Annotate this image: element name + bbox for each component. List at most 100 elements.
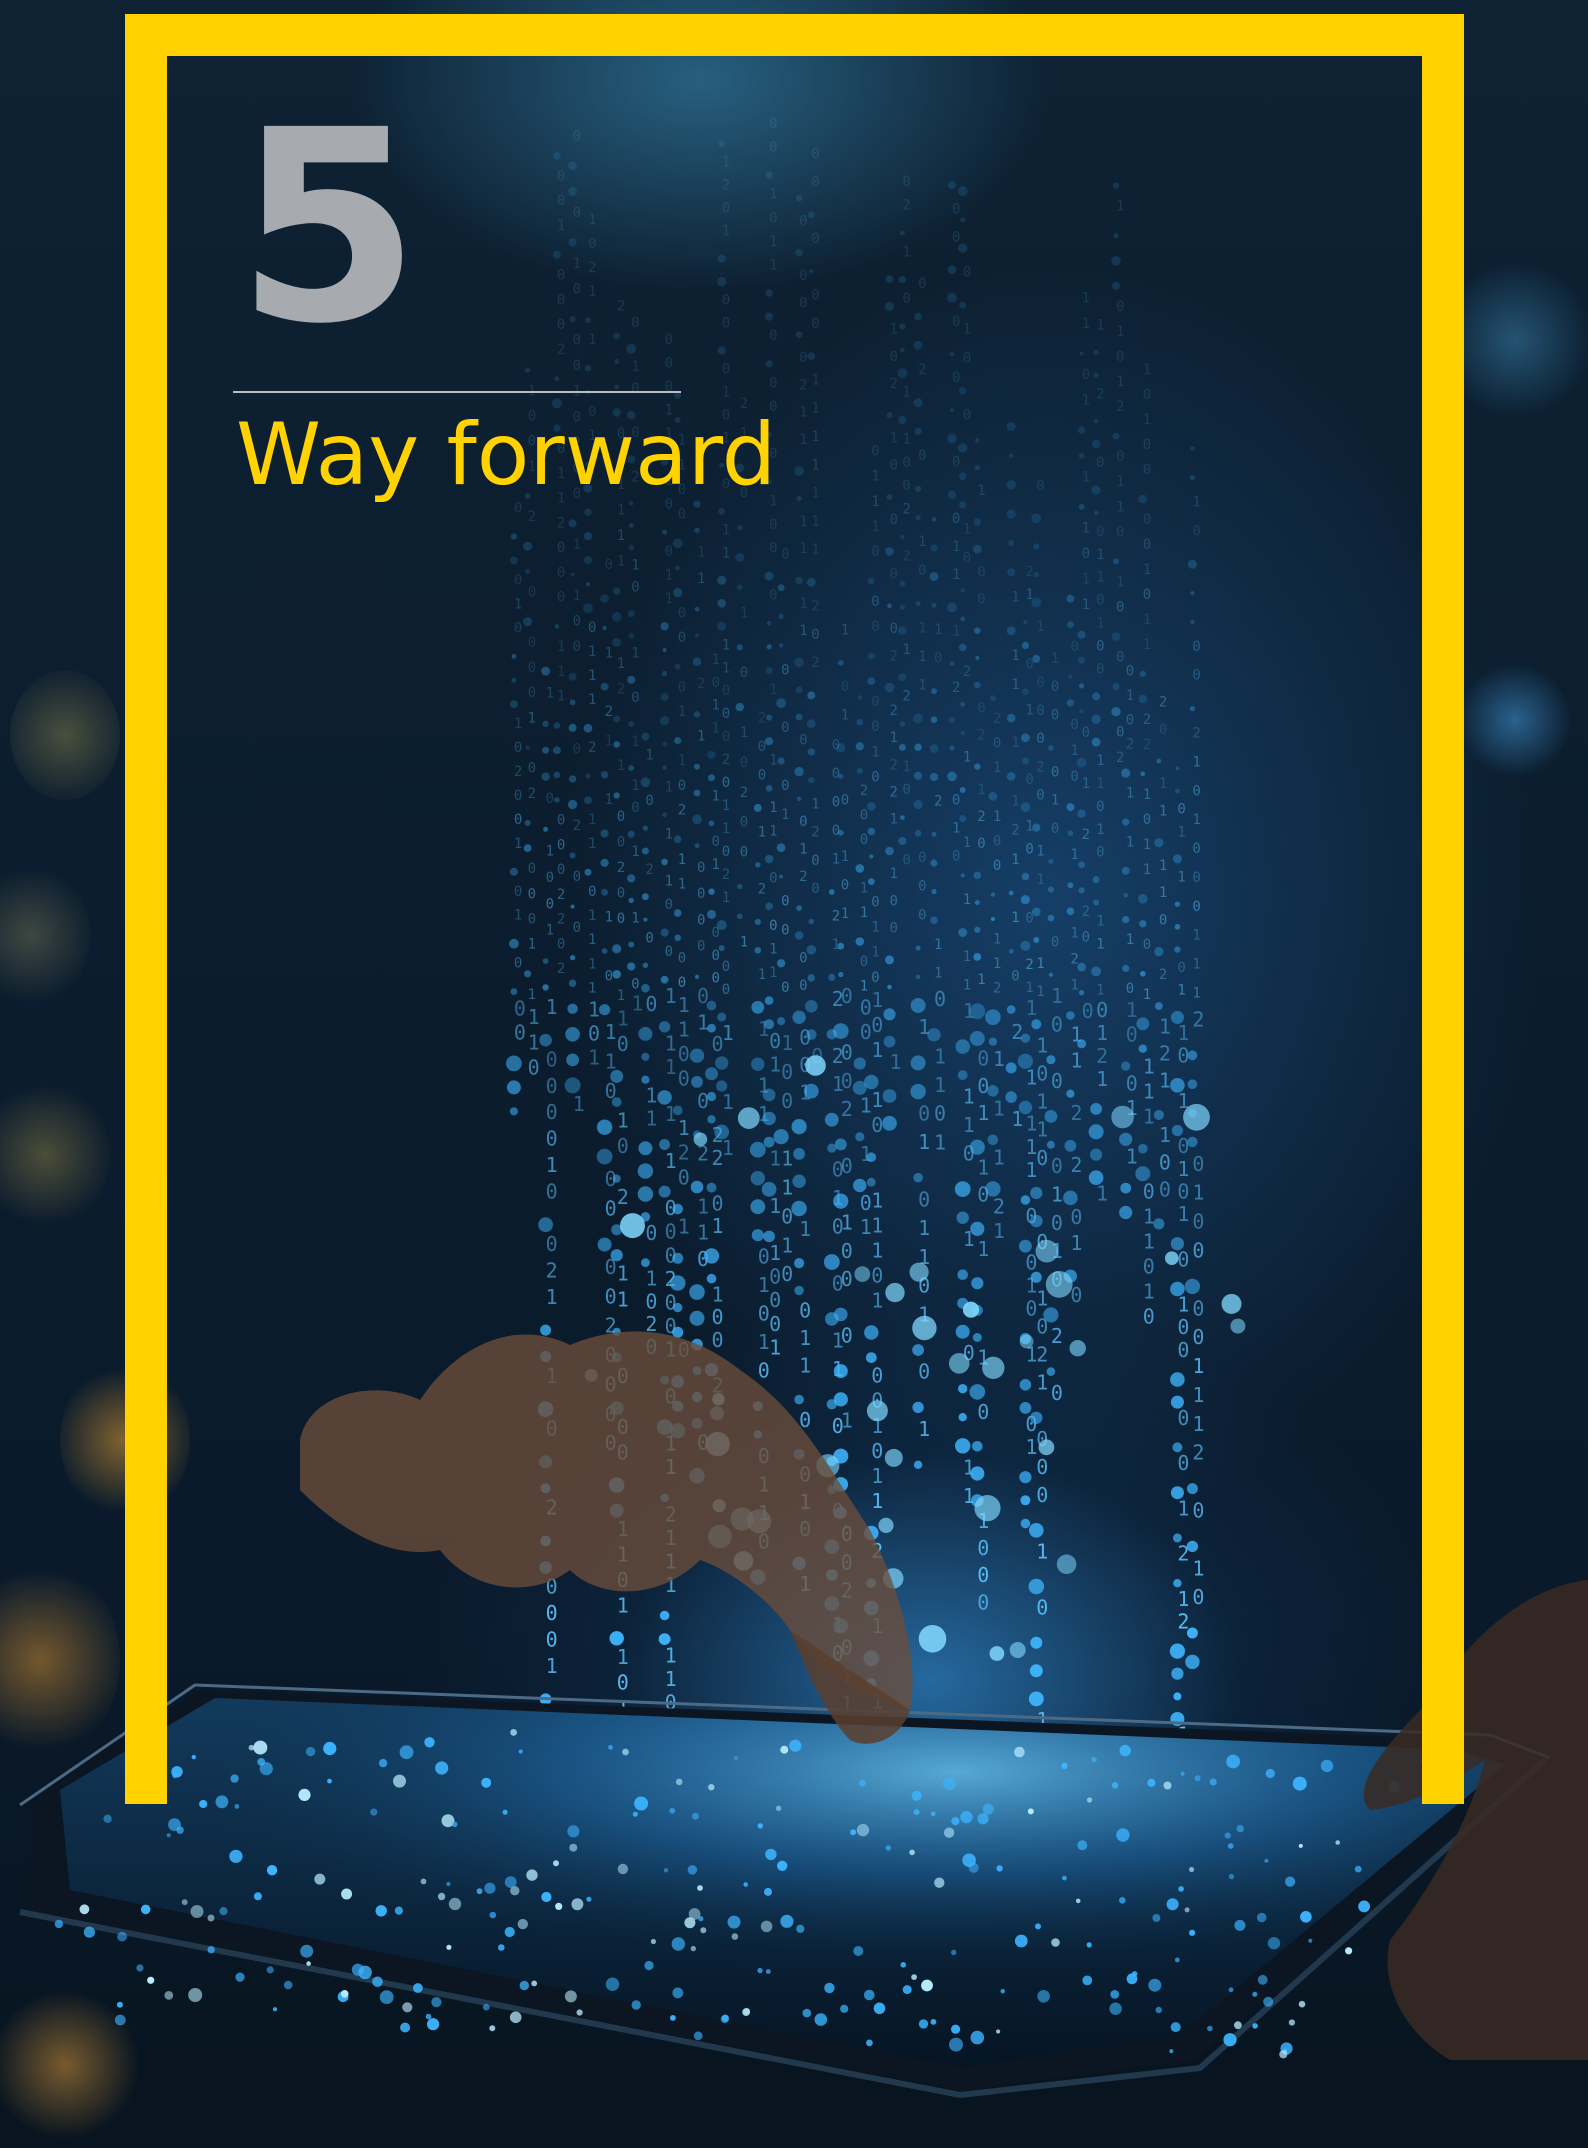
screen-glow-dot (517, 1918, 528, 1930)
screen-glow-dot (824, 1982, 835, 1994)
screen-glow-dot (1166, 1898, 1179, 1911)
screen-glow-dot (375, 1905, 387, 1917)
screen-glow-dot (1345, 1947, 1353, 1955)
screen-glow-dot (541, 1891, 552, 1903)
screen-glow-dot (576, 2009, 583, 2016)
screen-glow-dot (190, 1905, 204, 1918)
screen-glow-dot (671, 1937, 685, 1951)
screen-glow-dot (1335, 1840, 1340, 1845)
screen-glow-dot (168, 1818, 181, 1831)
screen-glow-dot (1170, 2022, 1181, 2033)
screen-glow-dot (900, 1962, 907, 1968)
screen-glow-dot (727, 1915, 741, 1929)
screen-glow-dot (909, 1849, 915, 1856)
screen-glow-dot (802, 2008, 812, 2018)
screen-glow-dot (586, 1896, 592, 1902)
screen-glow-dot (617, 1863, 629, 1875)
screen-glow-dot (1075, 1898, 1081, 1904)
screen-glow-dot (437, 1892, 446, 1901)
screen-glow-dot (489, 1911, 497, 1919)
screen-glow-dot (1000, 1989, 1005, 1994)
screen-glow-dot (669, 1807, 676, 1814)
screen-glow-dot (1116, 1828, 1130, 1842)
screen-glow-dot (780, 1914, 794, 1928)
screen-glow-dot (519, 1980, 529, 1991)
screen-glow-dot (379, 1990, 394, 2004)
screen-glow-dot (949, 2037, 963, 2052)
screen-glow-dot (1256, 1912, 1267, 1923)
screen-glow-dot (1228, 1987, 1234, 1993)
screen-glow-dot (164, 1991, 174, 2000)
screen-glow-dot (605, 1977, 620, 1991)
screen-glow-dot (147, 1976, 155, 1984)
screen-glow-dot (117, 1931, 127, 1942)
screen-glow-dot (431, 1997, 442, 2008)
screen-glow-dot (300, 1944, 314, 1958)
screen-glow-dot (1300, 1911, 1312, 1923)
screen-glow-dot (427, 2018, 440, 2031)
screen-glow-dot (1131, 1971, 1138, 1977)
screen-glow-dot (181, 1899, 188, 1906)
screen-glow-dot (1285, 1876, 1296, 1887)
chapter-title: Way forward (236, 405, 777, 505)
screen-glow-dot (504, 1876, 517, 1888)
screen-glow-dot (314, 1873, 326, 1885)
screen-glow-dot (1086, 1942, 1092, 1948)
screen-glow-dot (114, 2014, 126, 2026)
screen-glow-dot (489, 2025, 496, 2032)
screen-glow-dot (902, 1985, 912, 1995)
screen-glow-dot (531, 1980, 538, 1987)
screen-glow-dot (188, 1988, 203, 2002)
screen-glow-dot (996, 1865, 1003, 1872)
screen-glow-dot (116, 2001, 123, 2008)
screen-glow-dot (764, 1887, 772, 1896)
screen-glow-dot (253, 1892, 262, 1901)
screen-glow-dot (760, 1920, 773, 1933)
screen-glow-dot (921, 1979, 933, 1992)
screen-glow-dot (687, 1865, 698, 1875)
screen-glow-dot (553, 1860, 559, 1867)
screen-glow-dot (234, 1804, 240, 1809)
screen-glow-dot (140, 1904, 151, 1915)
screen-glow-dot (1077, 1840, 1088, 1851)
screen-glow-dot (873, 2002, 886, 2015)
screen-glow-dot (1228, 1873, 1235, 1880)
screen-glow-dot (341, 1888, 353, 1900)
screen-glow-dot (765, 1848, 777, 1861)
screen-glow-dot (1189, 1866, 1195, 1873)
screen-glow-dot (571, 1898, 584, 1911)
screen-glow-dot (775, 1805, 782, 1811)
screen-glow-dot (1174, 1957, 1180, 1963)
screen-glow-dot (885, 1845, 891, 1851)
screen-glow-dot (1082, 1975, 1093, 1986)
screen-glow-dot (372, 1976, 383, 1988)
screen-glow-dot (1227, 1843, 1234, 1849)
screen-glow-dot (864, 1989, 875, 2001)
screen-glow-dot (446, 1881, 451, 1887)
chapter-number: 5 (236, 74, 420, 382)
screen-glow-dot (448, 1897, 462, 1911)
screen-glow-dot (283, 1980, 293, 1990)
screen-glow-dot (934, 1877, 945, 1888)
screen-glow-dot (1109, 2002, 1122, 2015)
screen-glow-dot (690, 1945, 696, 1952)
screen-glow-dot (83, 1926, 95, 1938)
screen-glow-dot (1298, 1843, 1303, 1848)
screen-glow-dot (166, 1833, 171, 1838)
screen-glow-dot (484, 1882, 496, 1894)
screen-glow-dot (564, 1990, 577, 2003)
screen-glow-dot (951, 2024, 961, 2034)
screen-glow-dot (968, 1862, 979, 1873)
screen-glow-dot (219, 1907, 228, 1916)
screen-glow-dot (982, 1803, 994, 1815)
screen-glow-dot (918, 2019, 929, 2029)
screen-glow-dot (1257, 1974, 1268, 1985)
screen-glow-dot (569, 1843, 578, 1852)
screen-glow-dot (757, 1967, 763, 1974)
screen-glow-dot (644, 1960, 654, 1971)
screen-glow-dot (697, 1885, 703, 1891)
screen-glow-dot (370, 1808, 378, 1816)
screen-glow-dot (1252, 2023, 1258, 2029)
screen-glow-dot (731, 1933, 739, 1940)
screen-glow-dot (446, 1944, 452, 1950)
